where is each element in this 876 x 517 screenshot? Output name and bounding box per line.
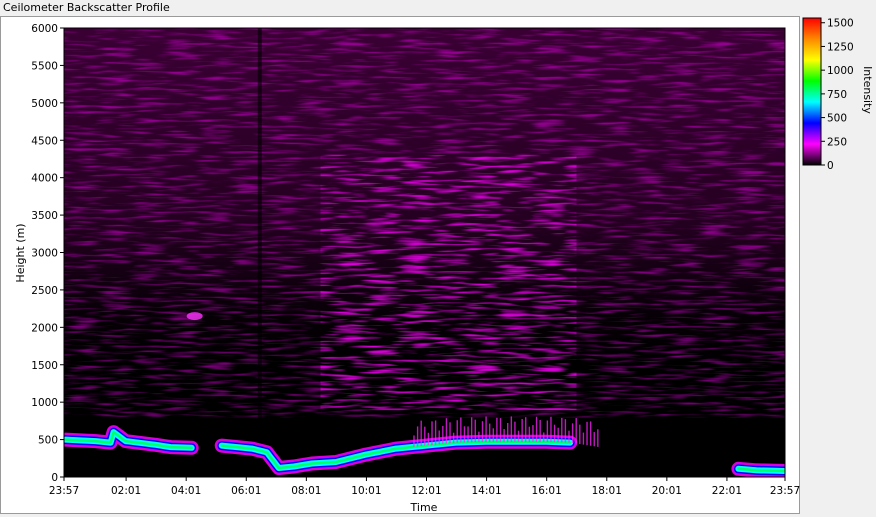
colorbar: 0 250 500 750 1000 1250 1500 xyxy=(802,17,854,172)
x-tick-label: 06:01 xyxy=(231,485,261,497)
y-tick-label: 0 xyxy=(51,472,58,484)
colorbar-gradient xyxy=(802,17,822,166)
y-tick-label: 3000 xyxy=(31,248,58,260)
colorbar-tick-label: 250 xyxy=(827,136,847,148)
y-tick-label: 1500 xyxy=(31,360,58,372)
colorbar-tick-label: 1250 xyxy=(827,41,854,53)
y-tick-label: 5000 xyxy=(31,98,58,110)
daytime-noise-band xyxy=(320,155,577,410)
colorbar-tick-label: 1000 xyxy=(827,65,854,77)
x-tick-label: 23:57 xyxy=(770,485,800,497)
y-tick-label: 3500 xyxy=(31,210,58,222)
x-axis-title: Time xyxy=(410,501,438,514)
x-tick-label: 14:01 xyxy=(471,485,501,497)
y-tick-label: 4500 xyxy=(31,135,58,147)
y-tick-label: 5500 xyxy=(31,60,58,72)
x-tick-label: 22:01 xyxy=(712,485,742,497)
y-tick-label: 6000 xyxy=(31,23,58,35)
data-gap-streak xyxy=(257,28,262,477)
colorbar-tick-label: 750 xyxy=(827,89,847,101)
backscatter-chart: 0500100015002000250030003500400045005000… xyxy=(14,17,874,514)
y-tick-label: 2000 xyxy=(31,322,58,334)
x-tick-label: 23:57 xyxy=(49,485,79,497)
y-tick-label: 2500 xyxy=(31,285,58,297)
plot-area xyxy=(64,28,785,477)
x-tick-label: 08:01 xyxy=(291,485,321,497)
colorbar-tick-label: 500 xyxy=(827,113,847,125)
x-tick-label: 04:01 xyxy=(171,485,201,497)
x-tick-label: 02:01 xyxy=(111,485,141,497)
colorbar-title: Intensity xyxy=(861,66,874,114)
x-tick-label: 18:01 xyxy=(592,485,622,497)
y-tick-label: 500 xyxy=(38,435,58,447)
x-tick-label: 16:01 xyxy=(532,485,562,497)
colorbar-tick-label: 1500 xyxy=(827,18,854,30)
y-tick-label: 4000 xyxy=(31,173,58,185)
colorbar-tick-label: 0 xyxy=(827,160,834,172)
x-tick-label: 10:01 xyxy=(351,485,381,497)
y-axis-title: Height (m) xyxy=(14,223,27,282)
y-tick-label: 1000 xyxy=(31,397,58,409)
x-tick-label: 20:01 xyxy=(652,485,682,497)
elevated-aerosol-patch xyxy=(186,312,203,321)
x-tick-label: 12:01 xyxy=(411,485,441,497)
